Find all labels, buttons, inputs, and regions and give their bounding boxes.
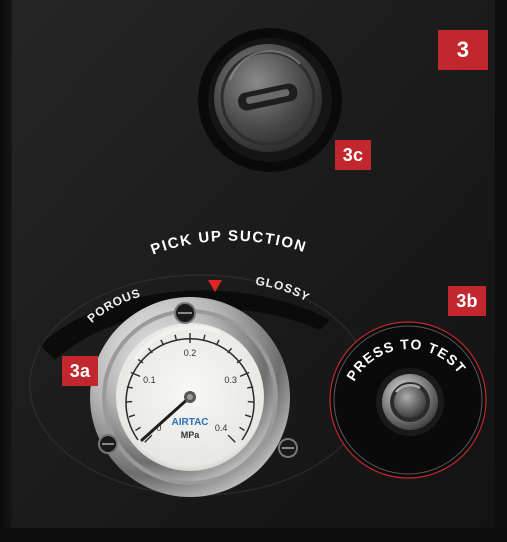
machine-panel-photo: PICK UP SUCTION POROUS GLOSSY 00.10.20.3… xyxy=(0,0,507,542)
screw-top xyxy=(174,302,196,324)
panel-right-edge xyxy=(495,0,507,542)
gauge-tick-label: 0.1 xyxy=(143,375,156,385)
panel-bottom-edge xyxy=(0,528,507,542)
gauge-minor-tick xyxy=(126,386,133,389)
pressure-gauge-icon: 00.10.20.30.4 AIRTAC MPa xyxy=(90,297,290,497)
gauge-unit: MPa xyxy=(181,430,201,440)
test-button-callout-badge: 3b xyxy=(448,286,486,316)
gauge-tick-label: 0.2 xyxy=(184,348,197,358)
figure-number-badge: 3 xyxy=(438,30,488,70)
panel-left-edge xyxy=(0,0,12,542)
lock-icon[interactable] xyxy=(198,28,342,172)
gauge-minor-tick xyxy=(247,386,254,389)
photo-frame: PICK UP SUCTION POROUS GLOSSY 0 0.1 0.2 0.3… xyxy=(0,0,507,542)
screw-right xyxy=(278,438,298,458)
gauge-callout-badge: 3a xyxy=(62,356,98,386)
gauge-brand: AIRTAC xyxy=(171,417,208,428)
screw-left xyxy=(98,434,118,454)
gauge-tick-label: 0.4 xyxy=(215,423,228,433)
gauge-tick-label: 0.3 xyxy=(224,375,237,385)
lock-callout-badge: 3c xyxy=(335,140,371,170)
